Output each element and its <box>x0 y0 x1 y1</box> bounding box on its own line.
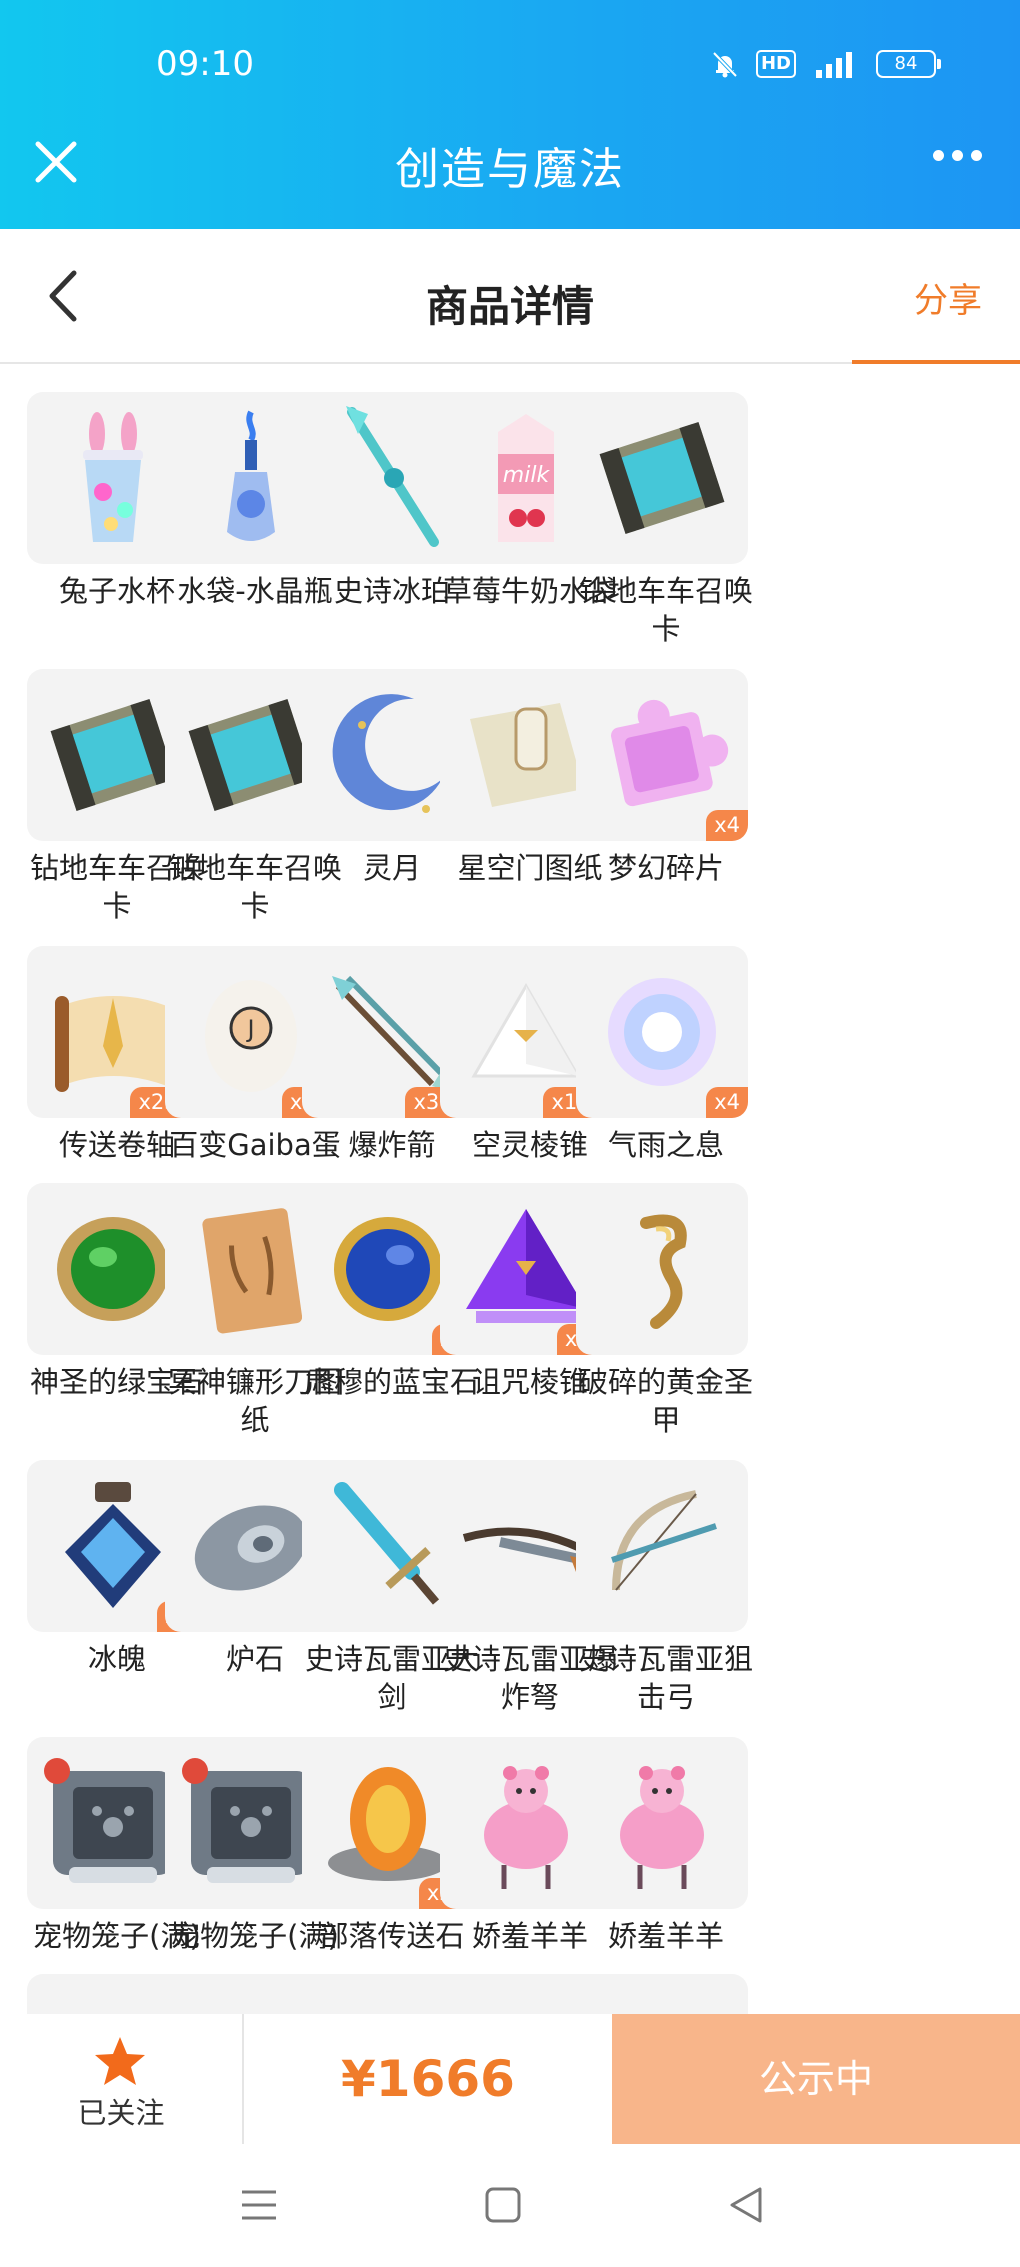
item-thumbnail <box>576 1460 748 1632</box>
status-icons: HD 84 <box>710 48 941 80</box>
item-thumbnail: x4 <box>576 669 748 841</box>
page-header: 商品详情 分享 <box>0 229 1020 364</box>
more-dot <box>971 150 982 161</box>
item-name: 破碎的黄金圣甲 <box>578 1365 753 1437</box>
bottom-action-bar: 已关注 ¥1666 公示中 <box>0 2014 1020 2144</box>
item-quantity-badge: x4 <box>706 810 748 841</box>
system-nav-bar <box>0 2144 1020 2267</box>
hd-icon: HD <box>755 50 796 78</box>
public-notice-button[interactable]: 公示中 <box>612 2014 1020 2144</box>
more-dot <box>933 150 944 161</box>
bell-muted-icon <box>710 49 740 79</box>
item-name: 史诗瓦雷亚狙击弓 <box>578 1642 753 1714</box>
top-app-bar: 09:10 HD 84 创造与魔法 <box>0 0 1020 229</box>
status-time: 09:10 <box>156 44 254 84</box>
item-thumbnail <box>576 392 748 564</box>
bow-icon <box>611 1490 717 1591</box>
item-name: 梦幻碎片 <box>607 851 724 885</box>
svg-text:J: J <box>245 1015 254 1043</box>
item-grid: 兔子水杯 水袋-水晶瓶 史诗冰珀 milk 草莓牛奶水袋 钻地车车召唤卡 钻地车车召唤卡 钻地… <box>0 364 1020 2014</box>
star-icon <box>95 2037 145 2085</box>
more-dot <box>952 150 963 161</box>
item-name: 气雨之息 <box>607 1128 724 1162</box>
item-thumbnail <box>576 1183 748 1355</box>
home-icon[interactable] <box>480 2182 526 2228</box>
app-title: 创造与魔法 <box>395 144 625 195</box>
menu-icon[interactable] <box>236 2182 282 2228</box>
follow-label: 已关注 <box>77 2096 165 2130</box>
summon-card-icon <box>599 421 725 535</box>
item-thumbnail: x4 <box>576 946 748 1118</box>
pink-sheep-icon <box>620 1766 704 1889</box>
more-options-button[interactable] <box>933 150 982 161</box>
item-thumbnail <box>576 1737 748 1909</box>
signal-5g-icon <box>812 48 860 80</box>
back-nav-icon[interactable] <box>724 2182 770 2228</box>
share-label: 分享 <box>914 281 982 321</box>
follow-button[interactable]: 已关注 <box>0 2014 244 2144</box>
golden-fragment-icon <box>640 1214 687 1329</box>
item-name: 钻地车车召唤卡 <box>578 574 753 646</box>
share-tab[interactable]: 分享 <box>852 229 1020 364</box>
item-thumbnail <box>576 1974 748 2014</box>
battery-icon: 84 <box>876 50 941 78</box>
svg-text:milk: milk <box>503 463 551 488</box>
item-name: 娇羞羊羊 <box>607 1919 724 1953</box>
item-quantity-badge: x4 <box>706 1087 748 1118</box>
price: ¥1666 <box>341 2050 515 2108</box>
